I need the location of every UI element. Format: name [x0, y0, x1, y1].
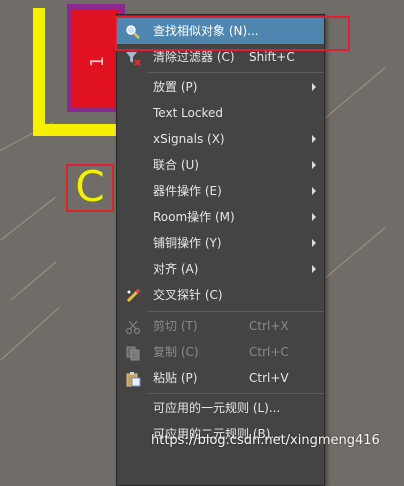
submenu-arrow-icon	[312, 161, 316, 169]
submenu-arrow-icon	[312, 239, 316, 247]
menu-item-label: 铺铜操作 (Y)	[153, 236, 222, 250]
menu-item-place[interactable]: 放置 (P)	[117, 74, 324, 100]
board-outline-line	[0, 196, 56, 241]
menu-item-shortcut: Shift+C	[249, 50, 295, 64]
menu-item-cut[interactable]: 剪切 (T) Ctrl+X	[117, 313, 324, 339]
find-similar-icon	[125, 23, 141, 39]
menu-item-label: 联合 (U)	[153, 158, 199, 172]
silkscreen-outline	[33, 8, 45, 136]
menu-item-label: Text Locked	[153, 106, 224, 120]
menu-item-find-similar[interactable]: 查找相似对象 (N)...	[117, 18, 324, 44]
menu-item-label: 剪切 (T)	[153, 319, 198, 333]
menu-separator	[147, 311, 324, 312]
menu-item-label: Room操作 (M)	[153, 210, 235, 224]
menu-separator	[147, 72, 324, 73]
menu-item-label: xSignals (X)	[153, 132, 225, 146]
copy-icon	[125, 344, 141, 361]
watermark-text: https://blog.csdn.net/xingmeng416	[151, 433, 380, 448]
menu-item-polygon-actions[interactable]: 铺铜操作 (Y)	[117, 230, 324, 256]
menu-item-label: 粘贴 (P)	[153, 371, 198, 385]
menu-item-unary-rules[interactable]: 可应用的一元规则 (L)...	[117, 395, 324, 421]
board-outline-line	[10, 261, 57, 301]
menu-item-xsignals[interactable]: xSignals (X)	[117, 126, 324, 152]
menu-item-copy[interactable]: 复制 (C) Ctrl+C	[117, 339, 324, 365]
submenu-arrow-icon	[312, 135, 316, 143]
menu-item-label: 查找相似对象 (N)...	[153, 24, 259, 38]
menu-item-label: 清除过滤器 (C)	[153, 50, 235, 64]
menu-separator	[147, 393, 324, 394]
silkscreen-outline	[33, 124, 119, 136]
submenu-arrow-icon	[312, 213, 316, 221]
menu-item-label: 复制 (C)	[153, 345, 199, 359]
menu-item-label: 交叉探针 (C)	[153, 288, 223, 302]
cross-probe-icon	[125, 287, 141, 303]
menu-item-label: 可应用的一元规则 (L)...	[153, 401, 281, 415]
menu-item-shortcut: Ctrl+X	[249, 319, 289, 333]
cut-icon	[125, 318, 141, 335]
menu-item-label: 器件操作 (E)	[153, 184, 222, 198]
board-outline-line	[0, 306, 61, 361]
menu-item-shortcut: Ctrl+V	[249, 371, 289, 385]
menu-item-paste[interactable]: 粘贴 (P) Ctrl+V	[117, 365, 324, 391]
component-designator[interactable]: C	[66, 164, 114, 212]
menu-item-text-locked[interactable]: Text Locked	[117, 100, 324, 126]
menu-item-shortcut: Ctrl+C	[249, 345, 289, 359]
menu-item-label: 放置 (P)	[153, 80, 198, 94]
submenu-arrow-icon	[312, 265, 316, 273]
menu-item-cross-probe[interactable]: 交叉探针 (C)	[117, 282, 324, 308]
board-outline-line	[322, 67, 386, 121]
submenu-arrow-icon	[312, 187, 316, 195]
menu-item-clear-filter[interactable]: 清除过滤器 (C) Shift+C	[117, 44, 324, 70]
clear-filter-icon	[125, 49, 141, 66]
paste-icon	[125, 370, 141, 387]
menu-item-component-actions[interactable]: 器件操作 (E)	[117, 178, 324, 204]
menu-item-label: 对齐 (A)	[153, 262, 199, 276]
menu-item-align[interactable]: 对齐 (A)	[117, 256, 324, 282]
board-outline-line	[322, 227, 386, 281]
context-menu: 查找相似对象 (N)... 清除过滤器 (C) Shift+C 放置 (P) T…	[116, 14, 325, 486]
menu-item-union[interactable]: 联合 (U)	[117, 152, 324, 178]
submenu-arrow-icon	[312, 83, 316, 91]
pad-number: 1	[87, 55, 109, 68]
menu-item-room-actions[interactable]: Room操作 (M)	[117, 204, 324, 230]
